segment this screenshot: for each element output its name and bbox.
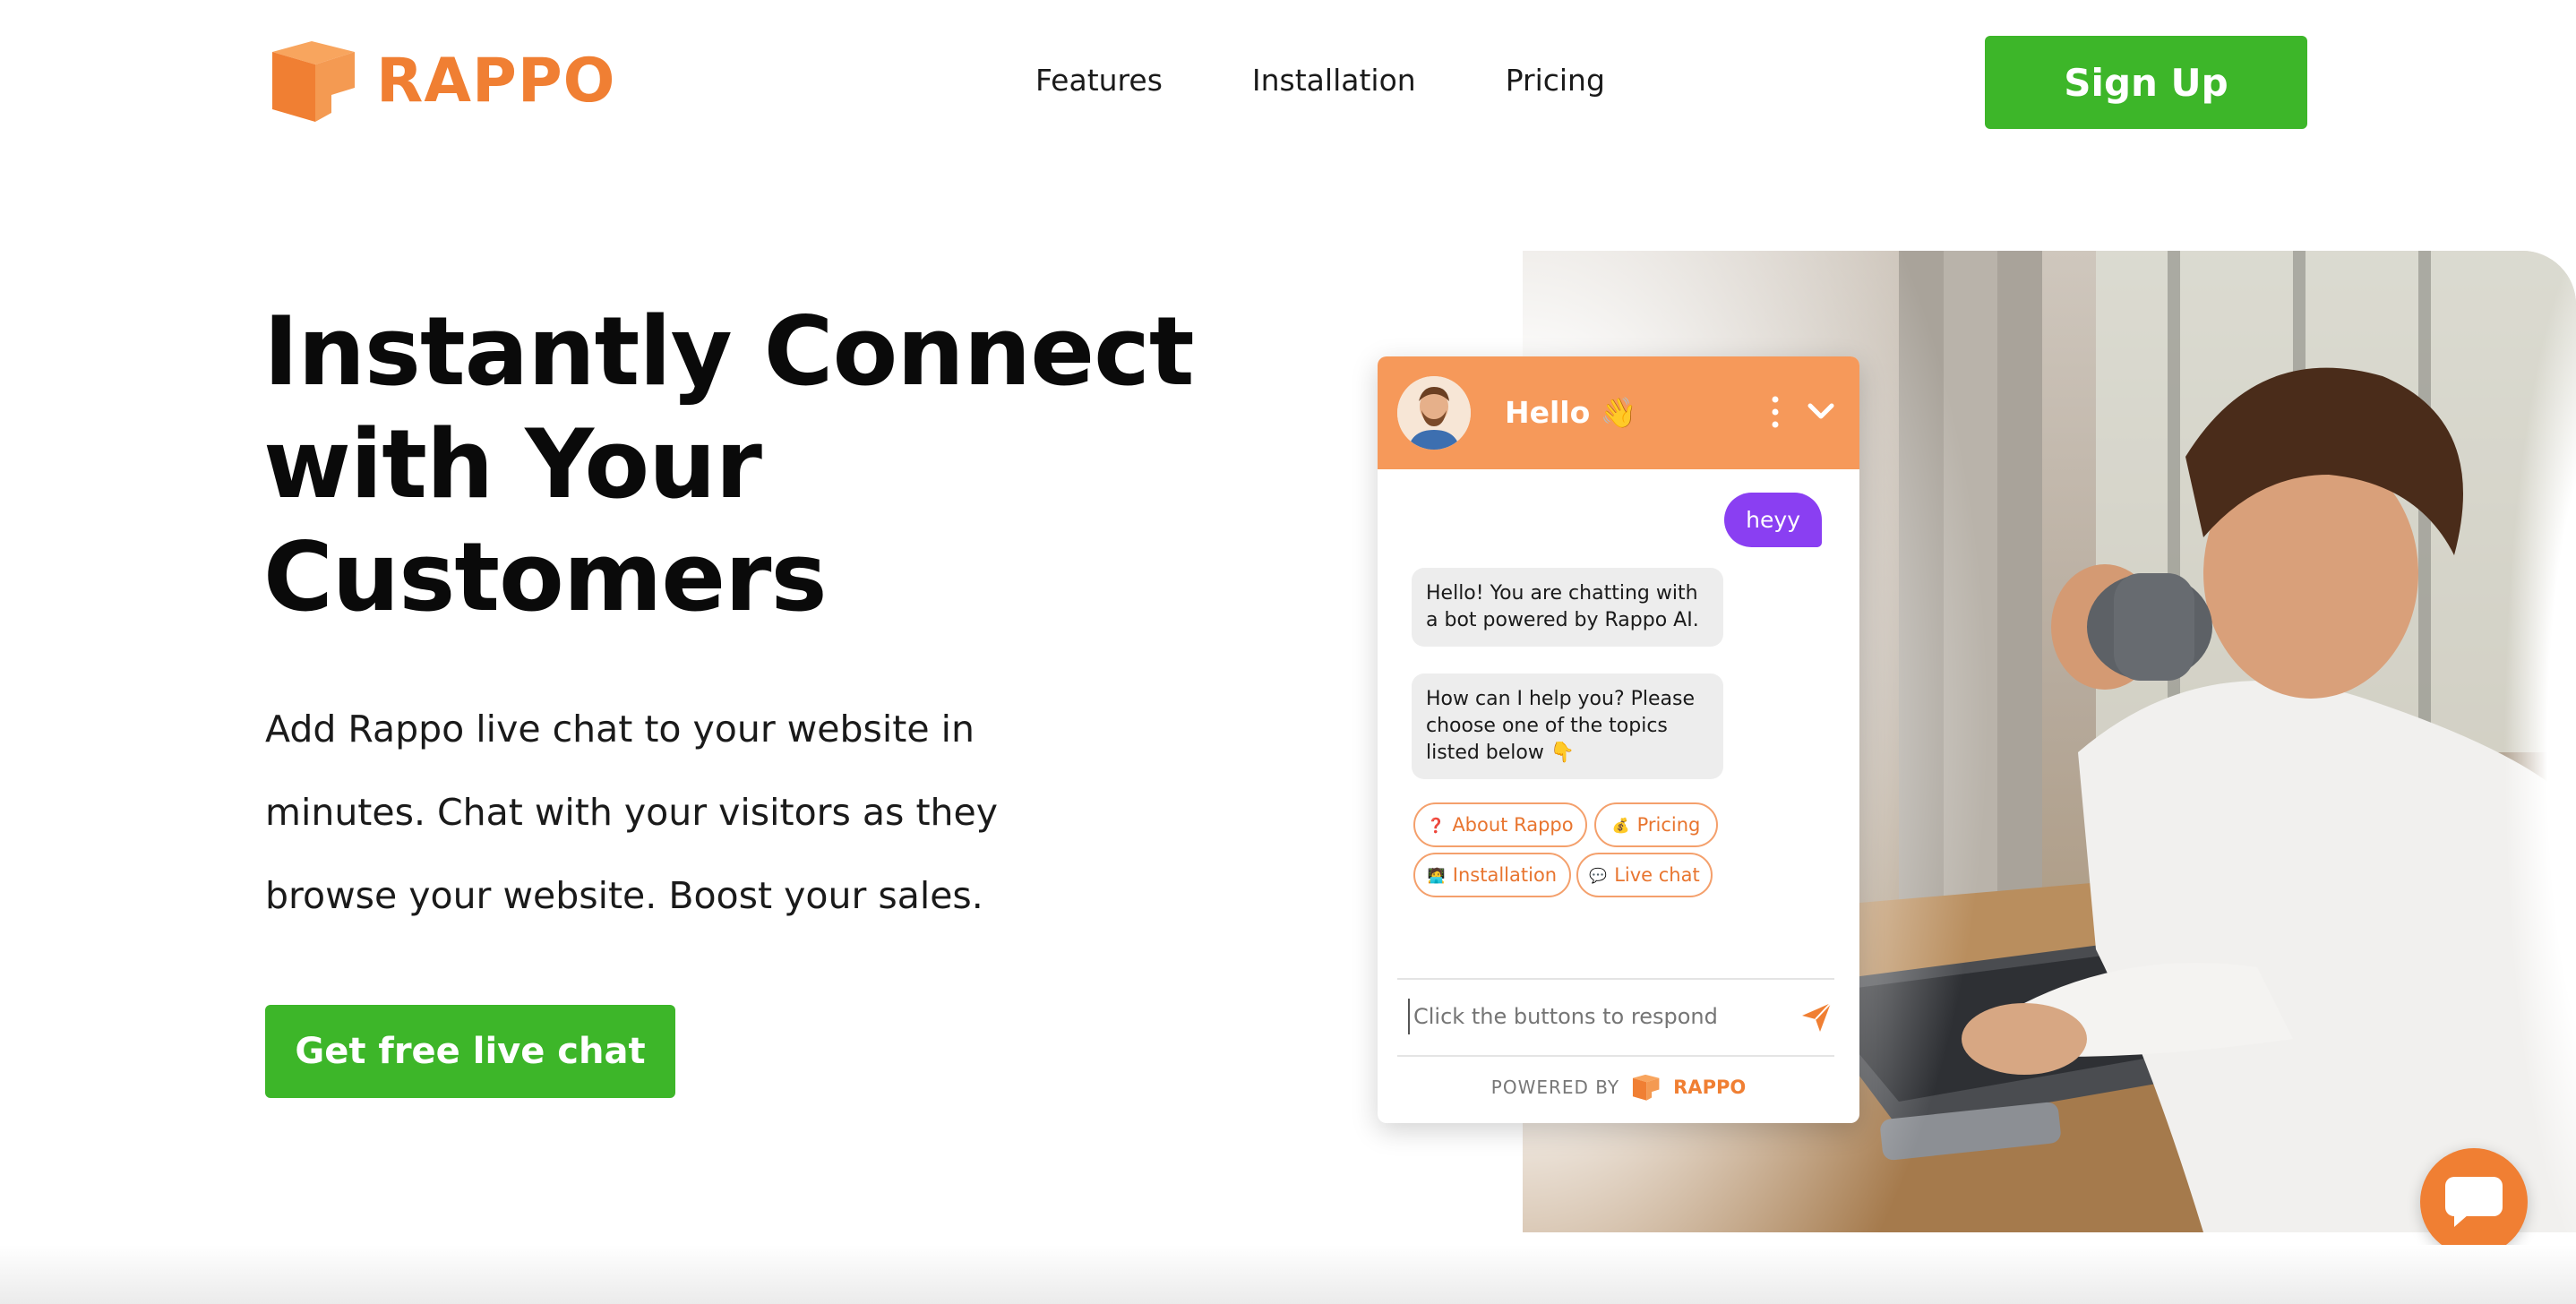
chip-installation[interactable]: 🧑‍💻 Installation <box>1413 853 1571 897</box>
hero-subtitle-line-2: minutes. Chat with your visitors as they <box>265 791 998 834</box>
chip-label: About Rappo <box>1452 814 1574 836</box>
chat-input-row <box>1408 994 1834 1039</box>
powered-by-brand: RAPPO <box>1673 1077 1747 1098</box>
hero-title: Instantly Connect with Your Customers <box>263 296 1249 634</box>
hero-subtitle: Add Rappo live chat to your website in m… <box>265 688 1161 938</box>
chat-menu-icon[interactable] <box>1770 394 1781 430</box>
chip-live-chat[interactable]: 💬 Live chat <box>1576 853 1713 897</box>
powered-by-label: POWERED BY <box>1490 1077 1620 1098</box>
chevron-down-icon[interactable] <box>1806 396 1836 426</box>
divider <box>1397 1055 1834 1057</box>
nav-link-pricing[interactable]: Pricing <box>1506 63 1605 98</box>
section-divider-shadow <box>0 1245 2576 1304</box>
signup-button[interactable]: Sign Up <box>1985 36 2307 129</box>
brand-name: RAPPO <box>376 45 616 116</box>
chip-label: Pricing <box>1636 814 1701 836</box>
send-icon[interactable] <box>1799 999 1834 1035</box>
bot-message-bubble: Hello! You are chatting with a bot power… <box>1412 568 1723 647</box>
logo-cube-icon <box>1633 1074 1660 1101</box>
hero-subtitle-line-3: browse your website. Boost your sales. <box>265 874 983 917</box>
bot-message-bubble: How can I help you? Please choose one of… <box>1412 673 1723 779</box>
nav-link-features[interactable]: Features <box>1035 63 1163 98</box>
get-free-live-chat-button[interactable]: Get free live chat <box>265 1005 675 1098</box>
speech-bubble-icon: 💬 <box>1589 866 1608 884</box>
money-bag-icon: 💰 <box>1611 816 1630 834</box>
user-message-bubble: heyy <box>1724 493 1822 547</box>
chat-header: Hello 👋 <box>1378 356 1859 469</box>
chat-message-input[interactable] <box>1410 1004 1768 1029</box>
developer-icon: 🧑‍💻 <box>1427 866 1446 884</box>
hero-title-line-3: Customers <box>263 522 828 632</box>
chat-widget: Hello 👋 heyy Hello! You are chatting wit… <box>1378 356 1859 1123</box>
chat-launcher-button[interactable] <box>2420 1148 2528 1256</box>
divider <box>1397 978 1834 980</box>
hero-title-line-1: Instantly Connect <box>263 296 1195 407</box>
powered-by-footer[interactable]: POWERED BY RAPPO <box>1378 1073 1859 1102</box>
site-header: RAPPO Features Installation Pricing Sign… <box>0 0 2576 165</box>
hero-title-line-2: with Your <box>263 409 762 519</box>
chat-header-title: Hello 👋 <box>1505 395 1637 430</box>
nav-link-installation[interactable]: Installation <box>1252 63 1416 98</box>
chip-label: Live chat <box>1614 864 1700 886</box>
bot-avatar <box>1397 376 1471 450</box>
chip-pricing[interactable]: 💰 Pricing <box>1594 802 1718 847</box>
avatar-icon <box>1397 376 1471 450</box>
brand-logo[interactable]: RAPPO <box>265 36 615 125</box>
hero-subtitle-line-1: Add Rappo live chat to your website in <box>265 708 975 751</box>
logo-cube-icon <box>272 41 355 122</box>
question-icon: ❓ <box>1427 816 1446 834</box>
chip-about-rappo[interactable]: ❓ About Rappo <box>1413 802 1587 847</box>
main-nav: Features Installation Pricing <box>1035 63 1695 98</box>
chip-label: Installation <box>1452 864 1558 886</box>
chat-bubble-icon <box>2445 1177 2503 1227</box>
